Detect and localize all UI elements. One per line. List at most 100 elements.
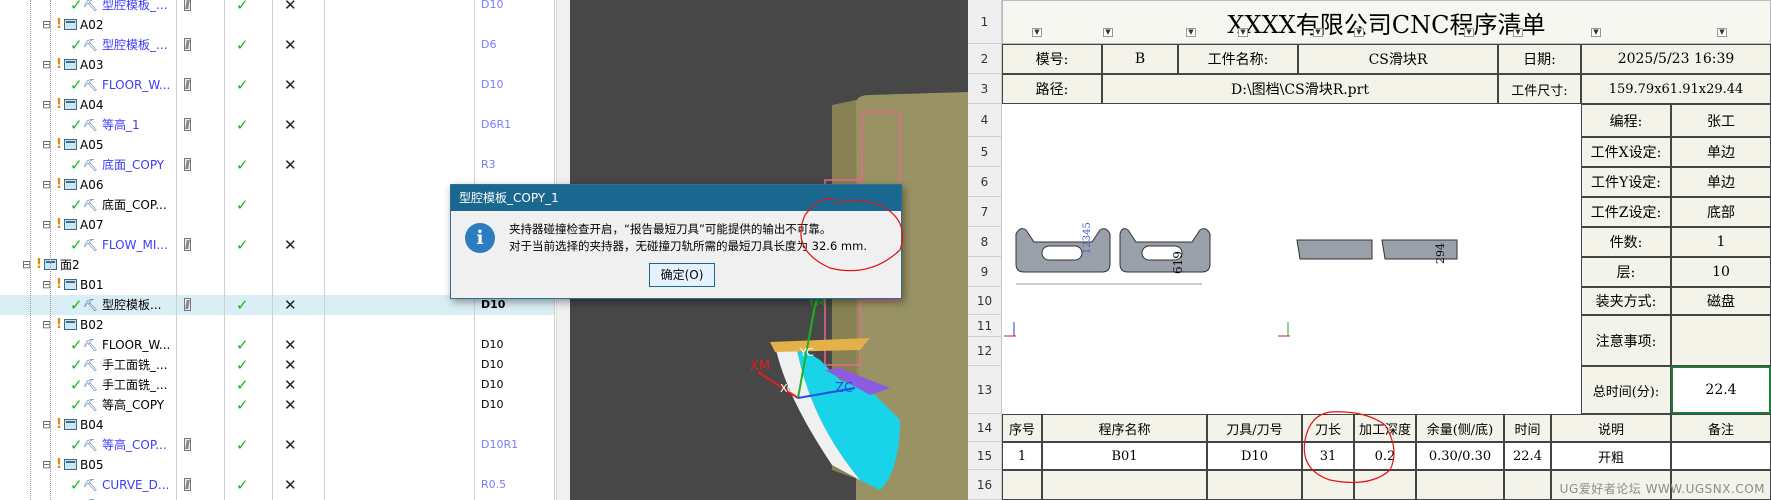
row-header[interactable]: 16 — [968, 470, 1002, 500]
row-header[interactable]: 5 — [968, 137, 1002, 167]
data-cell[interactable] — [1671, 442, 1771, 470]
empty-cell[interactable] — [1002, 470, 1042, 500]
data-cell[interactable]: 0.2 — [1354, 442, 1416, 470]
data-cell[interactable]: 1 — [1002, 442, 1042, 470]
row-header[interactable]: 8 — [968, 227, 1002, 257]
column-header[interactable]: 余量(侧/底) — [1416, 414, 1504, 442]
tree-group-row[interactable]: ⊟! A04 — [0, 95, 555, 115]
filter-dropdown-icon[interactable]: ▼ — [1464, 28, 1474, 37]
data-cell[interactable]: D10 — [1207, 442, 1302, 470]
column-header[interactable]: 刀长 — [1302, 414, 1354, 442]
info-value[interactable]: 10 — [1671, 257, 1771, 287]
info-value[interactable]: 单边 — [1671, 167, 1771, 197]
filter-dropdown-icon[interactable]: ▼ — [1032, 28, 1042, 37]
ok-button[interactable]: 确定(O) — [649, 263, 715, 287]
data-cell[interactable]: 31 — [1302, 442, 1354, 470]
info-label[interactable]: 编程: — [1581, 104, 1671, 137]
empty-cell[interactable] — [1354, 470, 1416, 500]
tree-operation-row[interactable]: ✓ ⛏ 型腔模板_... ✓ ✕ D6 — [0, 35, 555, 55]
tree-group-row[interactable]: ⊟! B05 — [0, 455, 555, 475]
tree-operation-row[interactable]: ✓ ⛏ 等高_COPY ✓ ✕ D10 — [0, 395, 555, 415]
total-time-label[interactable]: 总时间(分): — [1581, 366, 1671, 414]
date-value[interactable]: 2025/5/23 16:39 — [1581, 44, 1771, 74]
filter-dropdown-icon[interactable]: ▼ — [1513, 28, 1523, 37]
mold-no-label[interactable]: 模号: — [1002, 44, 1102, 74]
row-header[interactable]: 11 — [968, 315, 1002, 337]
size-label[interactable]: 工件尺寸: — [1498, 74, 1581, 104]
row-header[interactable]: 1 — [968, 0, 1002, 44]
filter-dropdown-icon[interactable]: ▼ — [1238, 28, 1248, 37]
info-label[interactable]: 工件Y设定: — [1581, 167, 1671, 197]
tree-operation-row[interactable]: ✓ ⛏ FLOOR_W... ✓ ✕ D10 — [0, 75, 555, 95]
column-header[interactable]: 程序名称 — [1042, 414, 1207, 442]
mold-no-value[interactable]: B — [1102, 44, 1178, 74]
filter-dropdown-icon[interactable]: ▼ — [1186, 28, 1196, 37]
empty-cell[interactable] — [1302, 470, 1354, 500]
tree-operation-row[interactable]: ✓⛏CONTOU...✓✕R0.5 — [0, 495, 555, 500]
row-header[interactable]: 3 — [968, 74, 1002, 104]
size-value[interactable]: 159.79x61.91x29.44 — [1581, 74, 1771, 104]
row-header[interactable]: 10 — [968, 287, 1002, 315]
tree-group-row[interactable]: ⊟! A03 — [0, 55, 555, 75]
info-label[interactable]: 装夹方式: — [1581, 287, 1671, 315]
row-header[interactable]: 12 — [968, 337, 1002, 366]
notes-label[interactable]: 注意事项: — [1581, 315, 1671, 366]
tree-group-row[interactable]: ⊟! B04 — [0, 415, 555, 435]
tree-operation-row[interactable]: ✓ ⛏ 型腔模板_... ✓ ✕ D10 — [0, 0, 555, 15]
tree-group-row[interactable]: ⊟! A05 — [0, 135, 555, 155]
tree-group-row[interactable]: ⊟! B02 — [0, 315, 555, 335]
row-header[interactable]: 14 — [968, 414, 1002, 442]
path-label[interactable]: 路径: — [1002, 74, 1102, 104]
column-header[interactable]: 备注 — [1671, 414, 1771, 442]
row-header[interactable]: 9 — [968, 257, 1002, 287]
info-value[interactable]: 1 — [1671, 227, 1771, 257]
data-cell[interactable]: 22.4 — [1504, 442, 1551, 470]
info-value[interactable]: 磁盘 — [1671, 287, 1771, 315]
column-header[interactable]: 刀具/刀号 — [1207, 414, 1302, 442]
empty-cell[interactable] — [1207, 470, 1302, 500]
tree-operation-row[interactable]: ✓ ⛏ 等高_COP... ✓ ✕ D10R1 — [0, 435, 555, 455]
empty-cell[interactable] — [1504, 470, 1551, 500]
info-label[interactable]: 工件X设定: — [1581, 137, 1671, 167]
empty-cell[interactable] — [1042, 470, 1207, 500]
filter-dropdown-icon[interactable]: ▼ — [1354, 28, 1364, 37]
filter-dropdown-icon[interactable]: ▼ — [1591, 28, 1601, 37]
column-header[interactable]: 加工深度 — [1354, 414, 1416, 442]
tree-operation-row[interactable]: ✓ ⛏ 手工面铣_... ✓ ✕ D10 — [0, 355, 555, 375]
filter-dropdown-icon[interactable]: ▼ — [1313, 28, 1323, 37]
filter-dropdown-icon[interactable]: ▼ — [1103, 28, 1113, 37]
total-time-value[interactable]: 22.4 — [1671, 366, 1771, 414]
row-header[interactable]: 6 — [968, 167, 1002, 197]
info-value[interactable]: 单边 — [1671, 137, 1771, 167]
tree-operation-row[interactable]: ✓ ⛏ 底面_COPY ✓ ✕ R3 — [0, 155, 555, 175]
tree-group-row[interactable]: ⊟! A02 — [0, 15, 555, 35]
part-name-value[interactable]: CS滑块R — [1298, 44, 1498, 74]
path-value[interactable]: D:\图档\CS滑块R.prt — [1102, 74, 1498, 104]
date-label[interactable]: 日期: — [1498, 44, 1581, 74]
info-label[interactable]: 件数: — [1581, 227, 1671, 257]
tree-operation-row[interactable]: ✓ ⛏ CURVE_D... ✓ ✕ R0.5 — [0, 475, 555, 495]
sheet-title[interactable]: XXXX有限公司CNC程序清单 — [1002, 0, 1771, 44]
info-label[interactable]: 工件Z设定: — [1581, 197, 1671, 227]
empty-cell[interactable] — [1416, 470, 1504, 500]
tree-operation-row[interactable]: ✓ ⛏ 手工面铣_... ✓ ✕ D10 — [0, 375, 555, 395]
notes-value[interactable] — [1671, 315, 1771, 366]
row-header[interactable]: 15 — [968, 442, 1002, 470]
data-cell[interactable]: 开粗 — [1551, 442, 1671, 470]
tree-operation-row[interactable]: ✓ ⛏ FLOOR_W... ✓ ✕ D10 — [0, 335, 555, 355]
tree-operation-row[interactable]: ✓ ⛏ 等高_1 ✓ ✕ D6R1 — [0, 115, 555, 135]
part-name-label[interactable]: 工件名称: — [1178, 44, 1298, 74]
filter-dropdown-icon[interactable]: ▼ — [1717, 28, 1727, 37]
column-header[interactable]: 时间 — [1504, 414, 1551, 442]
column-header[interactable]: 序号 — [1002, 414, 1042, 442]
info-label[interactable]: 层: — [1581, 257, 1671, 287]
row-header[interactable]: 4 — [968, 104, 1002, 137]
row-header[interactable]: 13 — [968, 366, 1002, 414]
info-value[interactable]: 底部 — [1671, 197, 1771, 227]
row-header[interactable]: 2 — [968, 44, 1002, 74]
data-cell[interactable]: B01 — [1042, 442, 1207, 470]
data-cell[interactable]: 0.30/0.30 — [1416, 442, 1504, 470]
column-header[interactable]: 说明 — [1551, 414, 1671, 442]
row-header[interactable]: 7 — [968, 197, 1002, 227]
info-value[interactable]: 张工 — [1671, 104, 1771, 137]
